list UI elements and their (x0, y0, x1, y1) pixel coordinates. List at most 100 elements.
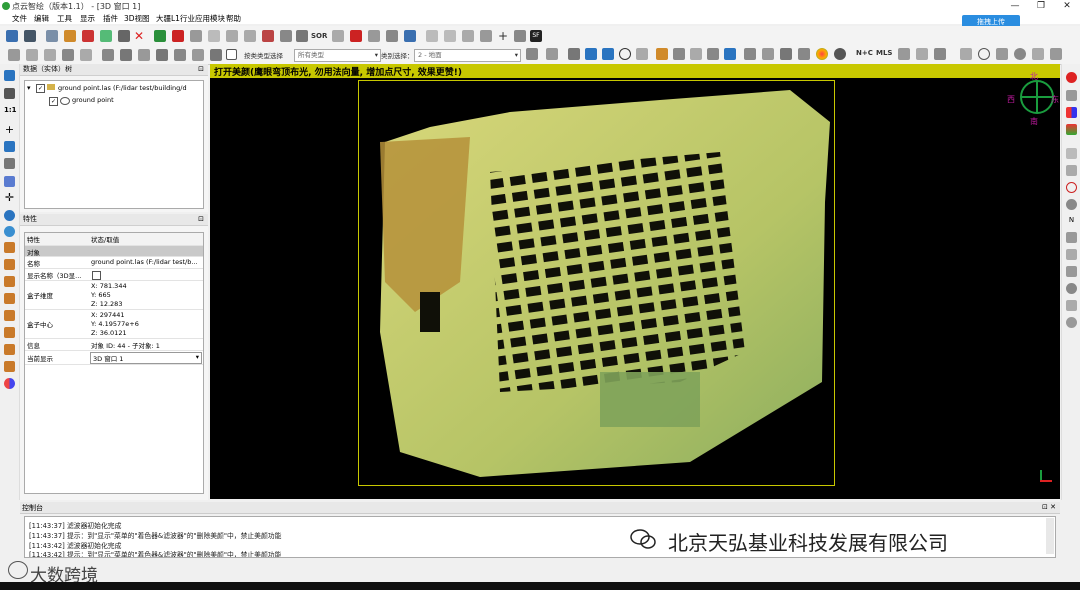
save-view-icon[interactable] (780, 48, 792, 60)
circle-icon[interactable] (1066, 283, 1077, 294)
settings-icon[interactable] (8, 49, 20, 61)
scale-1to1-icon[interactable]: 1:1 (4, 106, 17, 117)
hand-icon[interactable] (1066, 232, 1077, 243)
fm-icon[interactable] (762, 48, 774, 60)
label-icon[interactable] (368, 30, 380, 42)
subsample-icon[interactable] (82, 30, 94, 42)
panel-float-icon[interactable]: ⊡ (198, 65, 204, 73)
tree-expand-icon[interactable]: ▾ (27, 84, 31, 92)
axis-icon[interactable] (4, 141, 15, 152)
target-icon[interactable] (978, 48, 990, 60)
clock-icon[interactable] (1066, 182, 1077, 193)
cube-iso-icon[interactable] (4, 344, 15, 355)
filter-icon[interactable] (280, 30, 292, 42)
sf-icon[interactable]: SF (530, 30, 542, 42)
edit-view-icon[interactable] (585, 48, 597, 60)
shape-icon[interactable] (192, 49, 204, 61)
rgb-icon[interactable] (1066, 124, 1077, 135)
octree-icon[interactable] (208, 30, 220, 42)
grid-view-icon[interactable] (526, 48, 538, 60)
als-icon[interactable] (744, 48, 756, 60)
view-icon[interactable] (4, 70, 15, 81)
globe-icon[interactable] (619, 48, 631, 60)
properties-float-icon[interactable]: ⊡ (198, 215, 204, 223)
scalar-field-icon[interactable] (172, 30, 184, 42)
windows-icon[interactable] (724, 48, 736, 60)
triangle-icon[interactable] (1066, 300, 1077, 311)
lock-icon[interactable] (1066, 90, 1077, 101)
cube-left-icon[interactable] (4, 276, 15, 287)
view-top-icon[interactable] (673, 48, 685, 60)
menu-dji-l1[interactable]: 大疆L1行业应用模块 (156, 13, 225, 24)
prop-value[interactable]: ground point.las (F:/lidar test/b... (91, 258, 201, 266)
type-select-combo[interactable]: 所有类型 ▾ (294, 49, 381, 62)
cube-right-icon[interactable] (4, 293, 15, 304)
class-select-combo[interactable]: 2 - 地面 ▾ (414, 49, 521, 62)
menu-plugins[interactable]: 插件 (103, 13, 118, 24)
menu-edit[interactable]: 编辑 (34, 13, 49, 24)
nc-button[interactable]: N+C (856, 49, 873, 57)
dots-icon[interactable] (1066, 266, 1077, 277)
ruler-icon[interactable] (1066, 165, 1077, 176)
bars-icon[interactable] (156, 49, 168, 61)
points-icon[interactable] (960, 48, 972, 60)
plus-icon[interactable]: + (4, 124, 15, 135)
sphere-view-icon[interactable] (834, 48, 846, 60)
box-icon[interactable] (62, 49, 74, 61)
move-icon[interactable]: ✛ (4, 192, 15, 203)
palette-icon[interactable] (816, 48, 828, 60)
delete-icon[interactable]: ✕ (134, 30, 146, 42)
mls-button[interactable]: MLS (876, 49, 892, 57)
view-side-icon[interactable] (707, 48, 719, 60)
slash-icon[interactable] (174, 49, 186, 61)
tree-root-checkbox[interactable]: ✓ (36, 84, 45, 93)
cube-top-icon[interactable] (4, 310, 15, 321)
sphere-icon[interactable] (480, 30, 492, 42)
menu-file[interactable]: 文件 (12, 13, 27, 24)
clone-icon[interactable] (46, 30, 58, 42)
picker-icon[interactable] (210, 49, 222, 61)
menu-3d-view[interactable]: 3D视图 (124, 13, 150, 24)
show-name-checkbox[interactable] (92, 271, 101, 280)
tool-a-icon[interactable] (898, 48, 910, 60)
color-ramp-icon[interactable] (1066, 107, 1077, 118)
console-scrollbar[interactable] (1046, 518, 1054, 554)
zoom-icon[interactable] (4, 210, 15, 221)
pencil-icon[interactable] (602, 48, 614, 60)
menu-help[interactable]: 帮助 (226, 13, 241, 24)
add-icon[interactable]: + (498, 30, 510, 42)
camera-settings-icon[interactable] (4, 88, 15, 99)
color-icon[interactable] (154, 30, 166, 42)
zoom-fit-icon[interactable] (4, 226, 15, 237)
segment-icon[interactable] (100, 30, 112, 42)
noise-icon[interactable] (296, 30, 308, 42)
cube-iso2-icon[interactable] (4, 361, 15, 372)
menu-tools[interactable]: 工具 (57, 13, 72, 24)
crop-icon[interactable] (80, 49, 92, 61)
checkbox-icon[interactable] (226, 49, 237, 60)
sphere-small-icon[interactable] (1066, 317, 1077, 328)
current-display-select[interactable]: 3D 窗口 1 ▾ (90, 352, 202, 364)
info-icon[interactable] (1050, 48, 1062, 60)
stats-icon[interactable] (444, 30, 456, 42)
camera-icon[interactable] (546, 48, 558, 60)
cube-front-icon[interactable] (4, 242, 15, 253)
image-icon[interactable] (1066, 148, 1077, 159)
cloud-icon[interactable] (4, 176, 15, 187)
minimize-button[interactable]: — (1002, 0, 1028, 12)
tree-child-checkbox[interactable]: ✓ (49, 97, 58, 106)
game-icon[interactable] (1066, 249, 1077, 260)
console-close-icon[interactable]: ⊡ ✕ (1042, 503, 1056, 511)
tool-b-icon[interactable] (916, 48, 928, 60)
cross-icon[interactable] (26, 49, 38, 61)
translate-icon[interactable] (118, 30, 130, 42)
gear-icon[interactable] (1014, 48, 1026, 60)
menu-display[interactable]: 显示 (80, 13, 95, 24)
merge-icon[interactable] (64, 30, 76, 42)
no-entry-icon[interactable] (1066, 72, 1077, 83)
close-button[interactable]: ✕ (1054, 0, 1080, 12)
edit-icon[interactable] (404, 30, 416, 42)
view-front-icon[interactable] (690, 48, 702, 60)
open-icon[interactable] (6, 30, 18, 42)
tree-child-label[interactable]: ground point (72, 96, 114, 104)
